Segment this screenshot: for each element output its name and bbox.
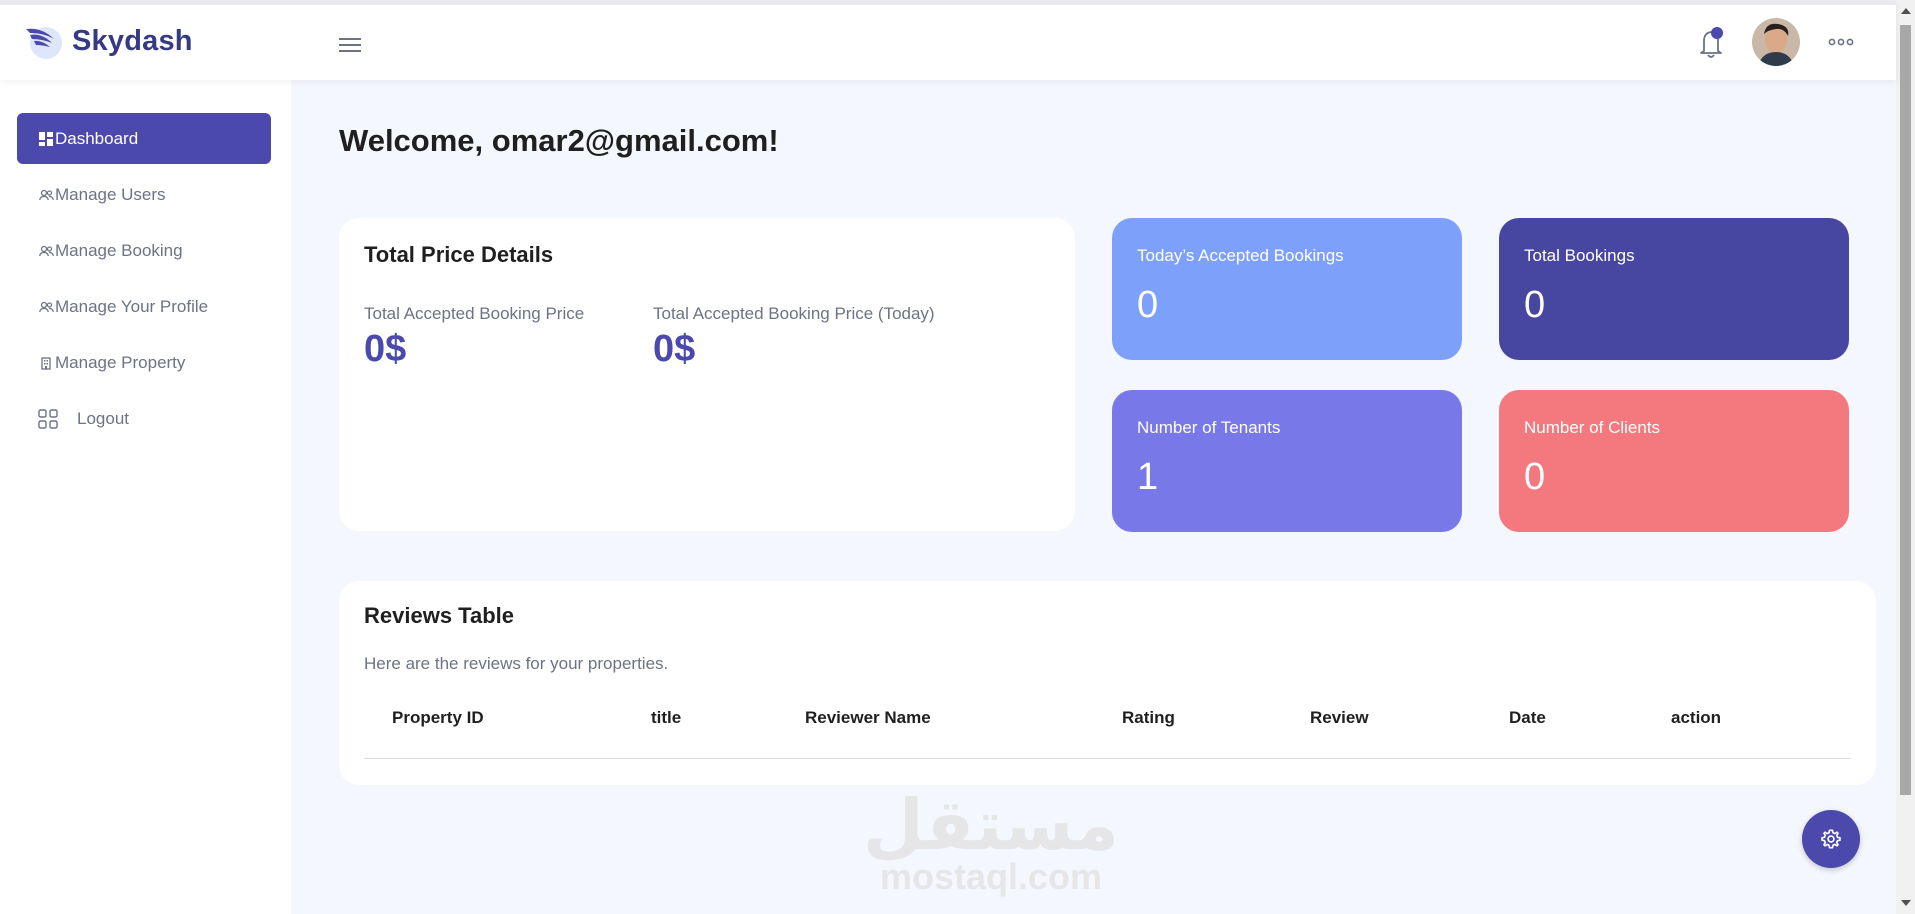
sidebar-item-label: Manage Users [55, 184, 166, 204]
card-title: Total Price Details [364, 242, 554, 267]
sidebar-item-manage-booking[interactable]: Manage Booking [17, 225, 271, 276]
avatar-photo-icon [1752, 18, 1800, 66]
brand-logo[interactable]: Skydash [24, 21, 193, 61]
stat-card-number-of-clients: Number of Clients 0 [1499, 390, 1849, 532]
scrollbar-thumb[interactable] [1900, 25, 1911, 795]
sidebar-item-label: Manage Your Profile [55, 296, 209, 316]
stat-card-number-of-tenants: Number of Tenants 1 [1112, 390, 1462, 532]
stat-value: 0 [1137, 284, 1159, 326]
brand-name: Skydash [72, 24, 193, 57]
gear-icon [1821, 829, 1841, 849]
sidebar-item-label: Manage Property [55, 352, 186, 372]
sidebar-item-manage-profile[interactable]: Manage Your Profile [17, 281, 271, 332]
scroll-up-arrow-icon[interactable] [1901, 8, 1911, 14]
watermark: مستقل mostaql.com [841, 785, 1141, 895]
sidebar-item-label: Logout [77, 408, 129, 428]
main-content: Welcome, omar2@gmail.com! Total Price De… [291, 80, 1896, 914]
price-block: Total Accepted Booking Price (Today) 0$ [653, 304, 942, 371]
column-header-review: Review [1310, 708, 1369, 727]
column-header-rating: Rating [1122, 708, 1175, 727]
column-header-reviewer-name: Reviewer Name [805, 708, 931, 727]
more-options-button[interactable] [1826, 32, 1856, 52]
column-header-property-id: Property ID [392, 708, 484, 727]
users-icon [38, 243, 54, 259]
sidebar-item-dashboard[interactable]: Dashboard [17, 113, 271, 164]
sidebar-item-manage-property[interactable]: Manage Property [17, 337, 271, 388]
column-header-action: action [1671, 708, 1722, 727]
building-icon [38, 355, 54, 371]
sidebar-item-label: Manage Booking [55, 240, 183, 260]
users-icon [38, 299, 54, 315]
stat-label: Number of Tenants [1137, 418, 1281, 437]
column-header-title: title [651, 708, 682, 727]
page-title: Welcome, omar2@gmail.com! [339, 123, 779, 158]
stat-value: 1 [1137, 456, 1159, 498]
stat-label: Total Bookings [1524, 246, 1635, 265]
price-value: 0$ [364, 328, 407, 370]
stat-card-total-bookings: Total Bookings 0 [1499, 218, 1849, 360]
stat-label: Today’s Accepted Bookings [1137, 246, 1344, 265]
settings-button[interactable] [1802, 810, 1860, 868]
grid-icon [37, 408, 59, 430]
vertical-scrollbar[interactable] [1896, 0, 1915, 914]
sidebar-item-label: Dashboard [55, 128, 139, 148]
sidebar-item-manage-users[interactable]: Manage Users [17, 169, 271, 220]
watermark-arabic: مستقل [862, 784, 1119, 866]
reviews-card: Reviews Table Here are the reviews for y… [339, 581, 1876, 785]
sidebar: Dashboard Manage Users Manage Booking Ma… [0, 80, 291, 914]
sidebar-item-logout[interactable]: Logout [17, 393, 271, 444]
topbar-actions [1696, 18, 1856, 66]
price-block: Total Accepted Booking Price 0$ [364, 304, 653, 371]
price-label: Total Accepted Booking Price (Today) [653, 304, 935, 323]
skydash-logo-icon [26, 27, 62, 59]
users-icon [38, 187, 54, 203]
stat-label: Number of Clients [1524, 418, 1661, 437]
price-row: Total Accepted Booking Price 0$ Total Ac… [364, 304, 1050, 371]
notifications-button[interactable] [1696, 25, 1726, 59]
sidebar-toggle-button[interactable] [338, 35, 364, 55]
reviews-table-header: Property ID title Reviewer Name Rating R… [364, 704, 1851, 759]
scroll-down-arrow-icon[interactable] [1901, 900, 1911, 906]
stat-value: 0 [1524, 284, 1546, 326]
price-label: Total Accepted Booking Price [364, 304, 585, 323]
more-horizontal-icon [1828, 38, 1854, 46]
hamburger-icon [339, 38, 361, 52]
stat-value: 0 [1524, 456, 1546, 498]
notification-badge [1711, 27, 1723, 39]
top-navbar: Skydash [0, 0, 1896, 80]
card-title: Reviews Table [364, 603, 514, 628]
dashboard-icon [38, 131, 54, 147]
column-header-date: Date [1509, 708, 1546, 727]
price-details-card: Total Price Details Total Accepted Booki… [339, 218, 1075, 531]
user-avatar[interactable] [1752, 18, 1800, 66]
stat-card-todays-accepted-bookings: Today’s Accepted Bookings 0 [1112, 218, 1462, 360]
price-value: 0$ [653, 328, 696, 370]
watermark-latin: mostaql.com [879, 856, 1103, 897]
reviews-subtitle: Here are the reviews for your properties… [364, 654, 669, 673]
